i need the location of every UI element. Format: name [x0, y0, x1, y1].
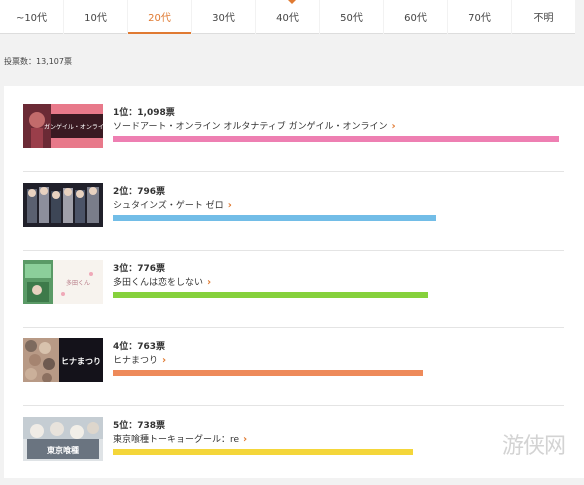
chevron-right-icon: › — [243, 434, 248, 445]
age-tabs: ~10代 10代 20代 30代 40代 50代 60代 70代 不明 — [0, 0, 584, 36]
anime-thumbnail[interactable]: ガンゲイル・オンライン — [23, 104, 103, 148]
chevron-right-icon: › — [227, 200, 232, 211]
anime-title-link[interactable]: 多田くんは恋をしない › — [113, 275, 211, 288]
ranking-row: 東京喰種 5位：738票 東京喰種トーキョーグール：re › — [4, 407, 584, 485]
anime-title-link[interactable]: ヒナまつり › — [113, 353, 166, 366]
rank-votes: 2位：796票 — [113, 187, 166, 197]
anime-title-link[interactable]: ソードアート・オンライン オルタナティブ ガンゲイル・オンライン › — [113, 119, 396, 132]
anime-title-link[interactable]: シュタインズ・ゲート ゼロ › — [113, 198, 232, 211]
svg-text:東京喰種: 東京喰種 — [47, 445, 79, 455]
vote-bar — [113, 292, 428, 298]
ranking-row: 多田くん 3位：776票 多田くんは恋をしない › — [4, 250, 584, 328]
chevron-right-icon: › — [207, 277, 212, 288]
anime-title-link[interactable]: 東京喰種トーキョーグール：re › — [113, 432, 247, 445]
tab-age-0[interactable]: ~10代 — [0, 0, 63, 34]
tab-age-8[interactable]: 不明 — [512, 0, 575, 34]
anime-title: 多田くんは恋をしない — [113, 278, 204, 288]
chevron-right-icon: › — [162, 355, 167, 366]
tab-age-1[interactable]: 10代 — [64, 0, 127, 34]
tab-age-2[interactable]: 20代 — [128, 0, 191, 34]
tab-age-3[interactable]: 30代 — [192, 0, 255, 34]
vote-bar — [113, 215, 436, 221]
watermark-logo: 游侠网 — [502, 434, 566, 459]
row-divider — [23, 405, 564, 406]
vote-total: 投票数：13,107票 — [4, 57, 72, 66]
anime-title: シュタインズ・ゲート ゼロ — [113, 201, 224, 211]
anime-thumbnail[interactable] — [23, 183, 103, 227]
rank-votes: 1位：1,098票 — [113, 108, 175, 118]
anime-thumbnail[interactable]: 多田くん — [23, 260, 103, 304]
anime-thumbnail[interactable]: ヒナまつり — [23, 338, 103, 382]
vote-bar — [113, 136, 559, 142]
ranking-row: ヒナまつり 4位：763票 ヒナまつり › — [4, 328, 584, 406]
anime-title: ソードアート・オンライン オルタナティブ ガンゲイル・オンライン — [113, 122, 388, 132]
vote-bar — [113, 370, 423, 376]
rank-votes: 5位：738票 — [113, 421, 166, 431]
tab-age-5[interactable]: 50代 — [320, 0, 383, 34]
ranking-panel: ガンゲイル・オンライン1位：1,098票ソードアート・オンライン オルタナティブ… — [4, 86, 584, 478]
anime-thumbnail[interactable]: 東京喰種 — [23, 417, 103, 461]
svg-text:ガンゲイル・オンライン: ガンゲイル・オンライン — [44, 123, 103, 131]
row-divider — [23, 171, 564, 172]
active-tab-pointer — [288, 0, 296, 4]
svg-text:多田くん: 多田くん — [66, 279, 90, 287]
tab-age-6[interactable]: 60代 — [384, 0, 447, 34]
svg-text:ヒナまつり: ヒナまつり — [61, 357, 101, 366]
anime-title: 東京喰種トーキョーグール：re — [113, 435, 240, 445]
chevron-right-icon: › — [391, 121, 396, 132]
rank-votes: 3位：776票 — [113, 264, 166, 274]
ranking-row: 2位：796票 シュタインズ・ゲート ゼロ › — [4, 173, 584, 251]
tab-age-7[interactable]: 70代 — [448, 0, 511, 34]
vote-bar — [113, 449, 413, 455]
ranking-row: ガンゲイル・オンライン1位：1,098票ソードアート・オンライン オルタナティブ… — [4, 94, 584, 172]
anime-title: ヒナまつり — [113, 356, 159, 366]
tab-age-4[interactable]: 40代 — [256, 0, 319, 34]
rank-votes: 4位：763票 — [113, 342, 166, 352]
